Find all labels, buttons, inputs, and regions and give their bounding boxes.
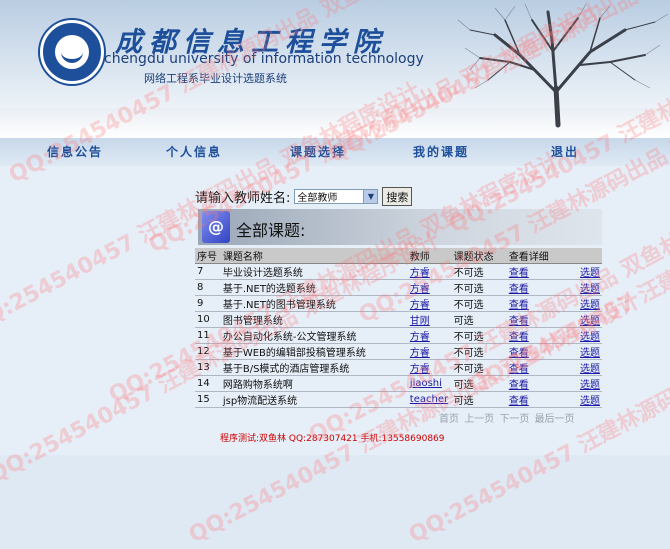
col-header-detail: 查看详细 (506, 248, 562, 264)
table-row: 12 基于WEB的编辑部投稿管理系统 方睿 不可选 查看 选题 (195, 343, 602, 360)
teacher-select-value: 全部教师 (297, 193, 338, 204)
nav-logout[interactable]: 退出 (551, 143, 579, 160)
row-view-link[interactable]: 查看 (509, 284, 529, 295)
row-select-link[interactable]: 选题 (580, 348, 600, 359)
row-select-link[interactable]: 选题 (580, 332, 600, 343)
table-row: 11 办公自动化系统-公文管理系统 方睿 不可选 查看 选题 (195, 327, 602, 344)
row-view-link[interactable]: 查看 (509, 348, 529, 359)
row-view-link[interactable]: 查看 (509, 396, 529, 407)
row-view-link[interactable]: 查看 (509, 300, 529, 311)
row-teacher-link[interactable]: 方睿 (410, 284, 430, 295)
search-label: 请输入教师姓名: (195, 191, 291, 206)
pagination: 首页 上一页 下一页 最后一页 (439, 410, 575, 425)
row-topic-name: 毕业设计选题系统 (222, 268, 303, 279)
row-select-link[interactable]: 选题 (580, 300, 600, 311)
row-topic-name: 基于WEB的编辑部投稿管理系统 (222, 348, 366, 359)
row-topic-name: jsp物流配送系统 (222, 396, 298, 407)
nav-announcements[interactable]: 信息公告 (47, 143, 103, 160)
table-row: 14 网路购物系统啊 jiaoshi 可选 查看 选题 (195, 375, 602, 392)
table-row: 13 基于B/S模式的酒店管理系统 方睿 不可选 查看 选题 (195, 359, 602, 376)
main-nav: 信息公告 个人信息 课题选择 我的课题 退出 (0, 138, 670, 166)
row-status: 可选 (453, 396, 474, 407)
nav-personal-info[interactable]: 个人信息 (166, 143, 222, 160)
row-topic-name: 基于.NET的图书管理系统 (222, 300, 336, 311)
row-no: 12 (197, 346, 210, 357)
row-teacher-link[interactable]: 方睿 (410, 268, 430, 279)
header-banner: 成都信息工程学院 chengdu university of informati… (0, 0, 670, 138)
row-teacher-link[interactable]: 方睿 (410, 364, 430, 375)
row-teacher-link[interactable]: 方睿 (410, 300, 430, 311)
row-topic-name: 网路购物系统啊 (222, 380, 293, 391)
row-select-link[interactable]: 选题 (580, 364, 600, 375)
nav-my-topics[interactable]: 我的课题 (413, 143, 469, 160)
site-subtitle: 网络工程系毕业设计选题系统 (144, 72, 287, 85)
row-no: 15 (197, 394, 210, 405)
table-header-row: 序号 课题名称 教师 课题状态 查看详细 (195, 248, 602, 264)
row-select-link[interactable]: 选题 (580, 396, 600, 407)
notebook-icon: @ (202, 211, 230, 243)
search-button[interactable]: 搜索 (382, 187, 413, 206)
row-status: 不可选 (453, 300, 484, 311)
row-teacher-link[interactable]: 方睿 (410, 332, 430, 343)
row-topic-name: 办公自动化系统-公文管理系统 (222, 332, 357, 343)
university-logo (40, 20, 104, 84)
row-teacher-link[interactable]: teacher (410, 394, 448, 405)
col-header-action (562, 248, 602, 264)
row-no: 14 (197, 378, 210, 389)
table-row: 8 基于.NET的选题系统 方睿 不可选 查看 选题 (195, 279, 602, 296)
row-no: 10 (197, 314, 210, 325)
col-header-teacher: 教师 (407, 248, 452, 264)
row-view-link[interactable]: 查看 (509, 316, 529, 327)
col-header-status: 课题状态 (451, 248, 507, 264)
teacher-search-form: 请输入教师姓名: 全部教师 ▼ 搜索 (195, 187, 413, 206)
chevron-down-icon: ▼ (363, 190, 378, 203)
site-title-en: chengdu university of information techno… (104, 51, 424, 67)
row-topic-name: 基于B/S模式的酒店管理系统 (222, 364, 350, 375)
row-status: 不可选 (453, 348, 484, 359)
nav-topic-selection[interactable]: 课题选择 (290, 143, 346, 160)
row-topic-name: 图书管理系统 (222, 316, 283, 327)
row-teacher-link[interactable]: jiaoshi (410, 378, 442, 389)
teacher-select[interactable]: 全部教师 ▼ (294, 189, 379, 204)
pager-next[interactable]: 下一页 (499, 414, 529, 425)
pager-prev[interactable]: 上一页 (464, 414, 494, 425)
row-view-link[interactable]: 查看 (509, 332, 529, 343)
table-row: 7 毕业设计选题系统 方睿 不可选 查看 选题 (195, 263, 602, 280)
row-status: 可选 (453, 316, 474, 327)
row-status: 不可选 (453, 364, 484, 375)
row-status: 不可选 (453, 332, 484, 343)
row-no: 9 (197, 298, 204, 309)
row-view-link[interactable]: 查看 (509, 380, 529, 391)
table-row: 9 基于.NET的图书管理系统 方睿 不可选 查看 选题 (195, 295, 602, 312)
pager-first[interactable]: 首页 (439, 414, 459, 425)
row-no: 13 (197, 362, 210, 373)
pager-last[interactable]: 最后一页 (535, 414, 575, 425)
col-header-no: 序号 (195, 248, 221, 264)
row-select-link[interactable]: 选题 (580, 380, 600, 391)
row-topic-name: 基于.NET的选题系统 (222, 284, 316, 295)
section-header: @ 全部课题: (198, 209, 602, 245)
col-header-name: 课题名称 (220, 248, 408, 264)
row-status: 不可选 (453, 284, 484, 295)
row-view-link[interactable]: 查看 (509, 268, 529, 279)
footer-contact: 程序测试:双鱼林 QQ:287307421 手机:13558690869 (220, 434, 445, 444)
topics-table: 序号 课题名称 教师 课题状态 查看详细 7 毕业设计选题系统 方睿 不可选 查看 选题 8… (195, 248, 602, 408)
row-view-link[interactable]: 查看 (509, 364, 529, 375)
section-title: 全部课题: (236, 221, 306, 240)
row-no: 8 (197, 282, 204, 293)
row-status: 可选 (453, 380, 474, 391)
row-select-link[interactable]: 选题 (580, 268, 600, 279)
table-row: 10 图书管理系统 甘刚 可选 查看 选题 (195, 311, 602, 328)
row-no: 7 (197, 266, 204, 277)
row-select-link[interactable]: 选题 (580, 284, 600, 295)
table-row: 15 jsp物流配送系统 teacher 可选 查看 选题 (195, 391, 602, 408)
row-teacher-link[interactable]: 方睿 (410, 348, 430, 359)
winter-tree-image (457, 3, 669, 128)
row-select-link[interactable]: 选题 (580, 316, 600, 327)
row-no: 11 (197, 330, 210, 341)
row-teacher-link[interactable]: 甘刚 (410, 316, 430, 327)
row-status: 不可选 (453, 268, 484, 279)
